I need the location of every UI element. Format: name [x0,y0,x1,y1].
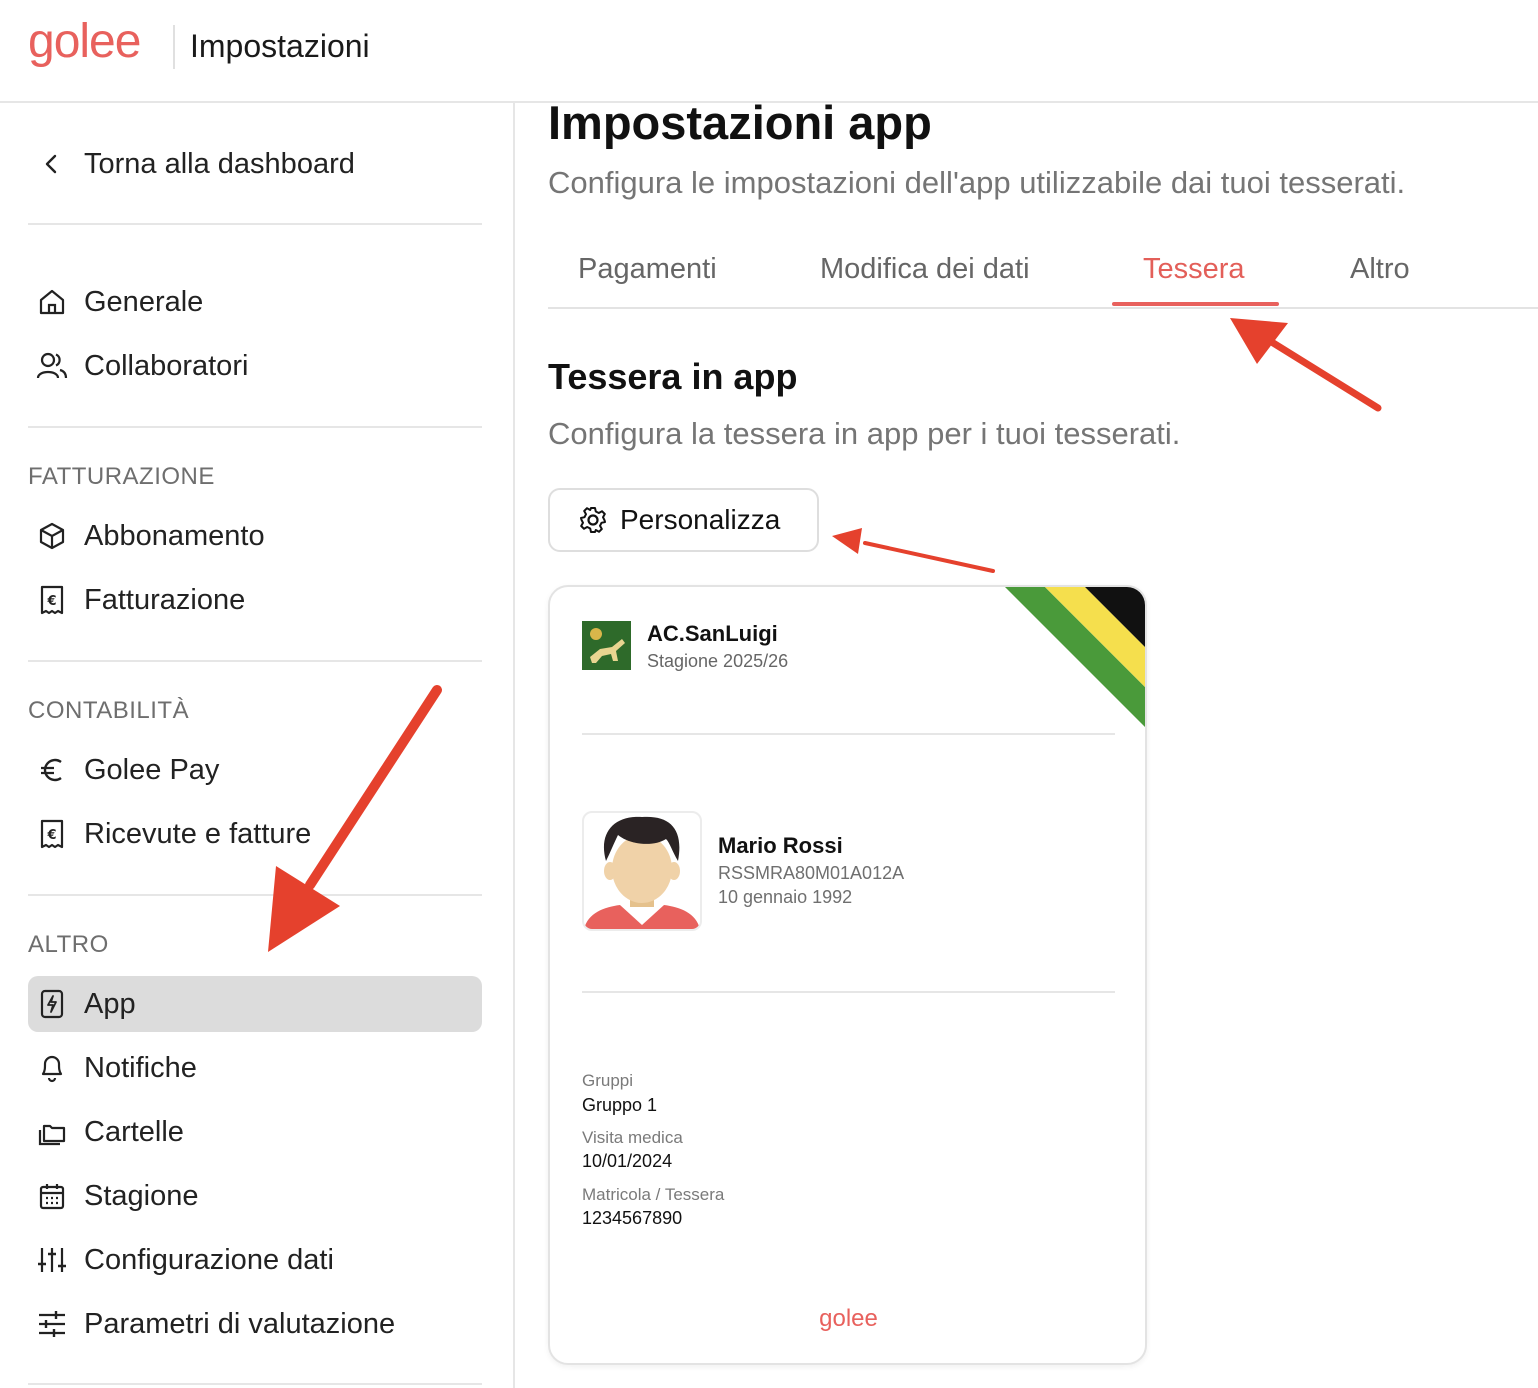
sidebar-divider [28,894,482,896]
card-corner-stripes [1005,587,1145,727]
gear-icon [578,505,608,535]
member-card-preview: AC.SanLuigi Stagione 2025/26 Mario Rossi… [548,585,1147,1365]
sidebar-item-ricevute-e-fatture[interactable]: € Ricevute e fatture [28,806,482,862]
main-content: Impostazioni app Configura le impostazio… [548,96,1538,1388]
sidebar-item-label: Fatturazione [84,583,246,616]
section-subtitle: Configura la tessera in app per i tuoi t… [548,416,1181,451]
sidebar-item-label: Collaboratori [84,349,249,382]
receipt-icon: € [28,584,76,616]
field-value-gruppi: Gruppo 1 [582,1095,658,1115]
card-divider [582,991,1115,993]
sidebar: Torna alla dashboard Generale Collaborat… [0,103,515,1388]
member-birth-date: 10 gennaio 1992 [718,887,853,907]
tab-tessera[interactable]: Tessera [1143,253,1245,286]
field-value-visita-medica: 10/01/2024 [582,1151,673,1171]
card-golee-logo: golee [819,1305,878,1332]
header-divider [173,25,175,69]
section-title-contabilita: CONTABILITÀ [28,697,190,724]
member-name: Mario Rossi [718,833,843,858]
euro-icon [28,755,76,785]
sidebar-item-stagione[interactable]: Stagione [28,1168,482,1224]
club-logo [582,621,631,670]
back-to-dashboard-label: Torna alla dashboard [84,147,355,180]
field-label-matricola: Matricola / Tessera [582,1185,725,1204]
box-icon [28,521,76,551]
personalizza-button-label: Personalizza [620,504,781,535]
member-avatar [582,811,702,931]
tab-pagamenti[interactable]: Pagamenti [578,253,717,286]
sidebar-item-label: Stagione [84,1179,199,1212]
sidebar-item-label: Abbonamento [84,519,265,552]
sidebar-item-parametri-di-valutazione[interactable]: Parametri di valutazione [28,1296,482,1352]
svg-text:€: € [46,828,56,843]
sidebar-item-label: App [84,987,136,1020]
sidebar-item-abbonamento[interactable]: Abbonamento [28,508,482,564]
sidebar-divider [28,660,482,662]
club-season: Stagione 2025/26 [647,651,789,671]
users-icon [28,351,76,381]
sidebar-item-label: Parametri di valutazione [84,1307,396,1340]
top-bar: golee Impostazioni [0,0,1538,103]
sidebar-item-app[interactable]: App [28,976,482,1032]
sidebar-item-golee-pay[interactable]: Golee Pay [28,742,482,798]
receipt-icon: € [28,818,76,850]
sidebar-item-collaboratori[interactable]: Collaboratori [28,338,482,394]
field-label-gruppi: Gruppi [582,1071,634,1090]
folders-icon [28,1117,76,1147]
sidebar-item-generale[interactable]: Generale [28,274,482,330]
member-tax-code: RSSMRA80M01A012A [718,863,905,883]
sidebar-item-label: Configurazione dati [84,1243,334,1276]
tab-bar: Pagamenti Modifica dei dati Tessera Altr… [548,243,1538,309]
bell-icon [28,1052,76,1084]
active-tab-indicator [1112,302,1279,306]
section-title-fatturazione: FATTURAZIONE [28,463,215,490]
sidebar-item-label: Ricevute e fatture [84,817,312,850]
sliders-horizontal-icon [28,1309,76,1339]
home-icon [28,287,76,317]
sidebar-item-label: Generale [84,285,204,318]
tab-altro[interactable]: Altro [1350,253,1410,286]
back-to-dashboard-link[interactable]: Torna alla dashboard [28,136,482,192]
section-title: Tessera in app [548,356,798,397]
sidebar-divider [28,1383,482,1385]
sidebar-item-label: Cartelle [84,1115,184,1148]
tab-modifica-dei-dati[interactable]: Modifica dei dati [820,253,1030,286]
section-title-altro: ALTRO [28,931,109,958]
sidebar-item-cartelle[interactable]: Cartelle [28,1104,482,1160]
field-label-visita-medica: Visita medica [582,1128,683,1147]
app-icon [28,988,76,1020]
sidebar-item-label: Notifiche [84,1051,197,1084]
page-header-title: Impostazioni [190,28,370,64]
calendar-icon [28,1181,76,1211]
personalizza-button[interactable]: Personalizza [548,488,819,552]
sidebar-item-notifiche[interactable]: Notifiche [28,1040,482,1096]
golee-logo[interactable]: golee [28,14,141,69]
sliders-vertical-icon [28,1245,76,1275]
svg-text:€: € [46,594,56,609]
page-subtitle: Configura le impostazioni dell'app utili… [548,165,1406,200]
field-value-matricola: 1234567890 [582,1208,683,1228]
sidebar-item-fatturazione[interactable]: € Fatturazione [28,572,482,628]
page-title: Impostazioni app [548,96,932,149]
card-divider [582,733,1115,735]
sidebar-item-configurazione-dati[interactable]: Configurazione dati [28,1232,482,1288]
sidebar-divider [28,223,482,225]
chevron-left-icon [28,152,76,176]
sidebar-divider [28,426,482,428]
sidebar-item-label: Golee Pay [84,753,220,786]
club-name: AC.SanLuigi [647,621,778,646]
